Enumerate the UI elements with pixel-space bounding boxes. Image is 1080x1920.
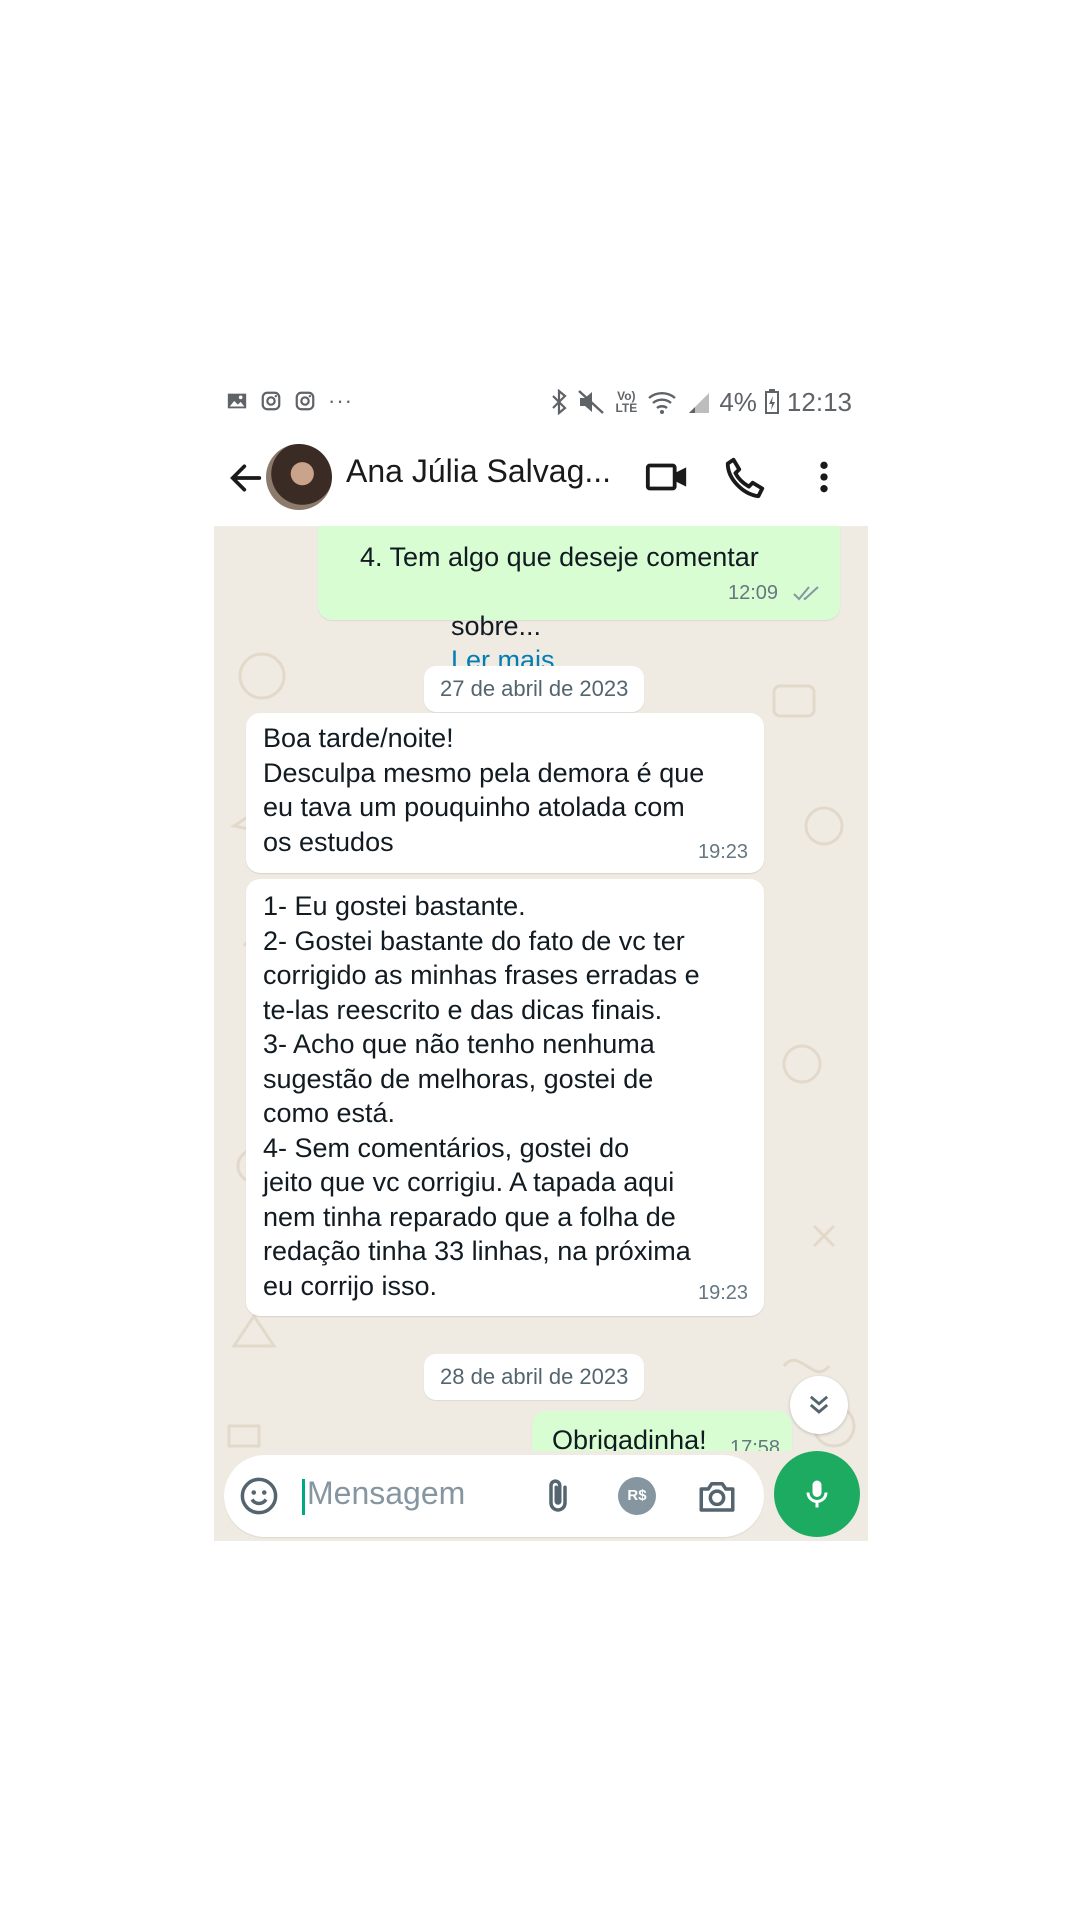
scroll-to-bottom-button[interactable] (790, 1376, 848, 1434)
mic-button[interactable] (774, 1451, 860, 1537)
gallery-icon (227, 393, 247, 409)
wifi-icon (648, 392, 677, 414)
menu-more-icon[interactable] (804, 454, 844, 500)
outgoing-message[interactable]: 4. Tem algo que deseje comentar sobre...… (318, 526, 840, 675)
message-time: 17:58 (730, 1437, 781, 1451)
signal-icon (689, 393, 710, 413)
input-bar: Mensagem R$ (214, 1451, 868, 1541)
mute-icon (578, 390, 605, 414)
battery-icon (764, 389, 779, 414)
date-separator: 28 de abril de 2023 (424, 1354, 645, 1400)
outgoing-message[interactable]: Obrigadinha! 17:58 (532, 1411, 792, 1451)
status-bar: ··· Vo) LTE 4% 12:13 (214, 378, 868, 428)
instagram-icon (295, 391, 315, 411)
message-time: 12:09 (728, 582, 779, 604)
mic-icon (806, 1480, 828, 1508)
payment-icon[interactable]: R$ (618, 1477, 656, 1515)
incoming-message[interactable]: Boa tarde/noite! Desculpa mesmo pela dem… (246, 713, 764, 873)
message-text: 4. Tem algo que deseje comentar (360, 542, 759, 572)
phone-screen: ··· Vo) LTE 4% 12:13 Ana Júlia Salvag... (214, 378, 868, 1541)
battery-percent: 4% (719, 387, 757, 417)
date-separator: 27 de abril de 2023 (424, 666, 645, 712)
bluetooth-icon (552, 389, 567, 415)
contact-name[interactable]: Ana Júlia Salvag... (346, 453, 611, 490)
double-chevron-down-icon (809, 1395, 829, 1414)
message-text: sobre... (451, 610, 542, 641)
double-check-icon (793, 586, 819, 601)
camera-icon[interactable] (696, 1475, 738, 1517)
emoji-icon[interactable] (238, 1475, 280, 1517)
status-time: 12:13 (786, 387, 852, 417)
video-call-icon[interactable] (644, 454, 690, 500)
message-text: Obrigadinha! (552, 1425, 707, 1451)
instagram-icon (261, 391, 281, 411)
incoming-message[interactable]: 1- Eu gostei bastante. 2- Gostei bastant… (246, 879, 764, 1316)
message-text: Boa tarde/noite! Desculpa mesmo pela dem… (263, 723, 705, 857)
volte-icon: Vo) LTE (615, 389, 638, 415)
message-time: 19:23 (698, 1282, 749, 1304)
message-input[interactable]: Mensagem (307, 1475, 465, 1512)
attach-icon[interactable] (537, 1475, 579, 1517)
chat-header: Ana Júlia Salvag... (214, 428, 868, 528)
message-text: 1- Eu gostei bastante. 2- Gostei bastant… (263, 891, 700, 1301)
back-arrow-icon[interactable] (226, 458, 266, 498)
contact-avatar[interactable] (266, 444, 332, 510)
more-notifications-icon: ··· (328, 388, 353, 413)
message-field[interactable]: Mensagem R$ (224, 1455, 764, 1537)
voice-call-icon[interactable] (722, 454, 768, 500)
chat-messages[interactable]: 4. Tem algo que deseje comentar sobre...… (214, 526, 868, 1451)
message-time: 19:23 (698, 841, 749, 863)
text-caret (302, 1479, 305, 1515)
